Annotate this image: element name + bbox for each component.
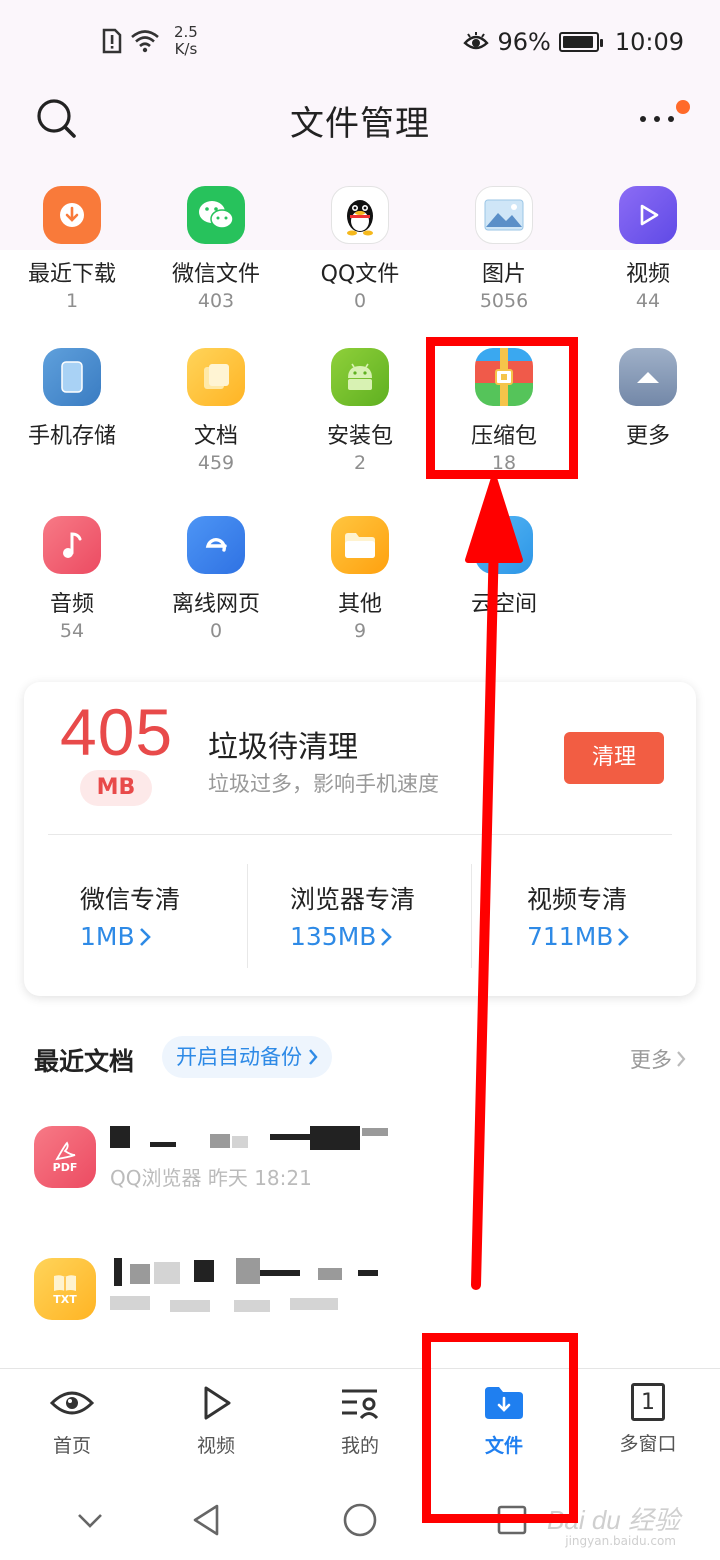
annotation-arrow <box>465 475 523 1290</box>
